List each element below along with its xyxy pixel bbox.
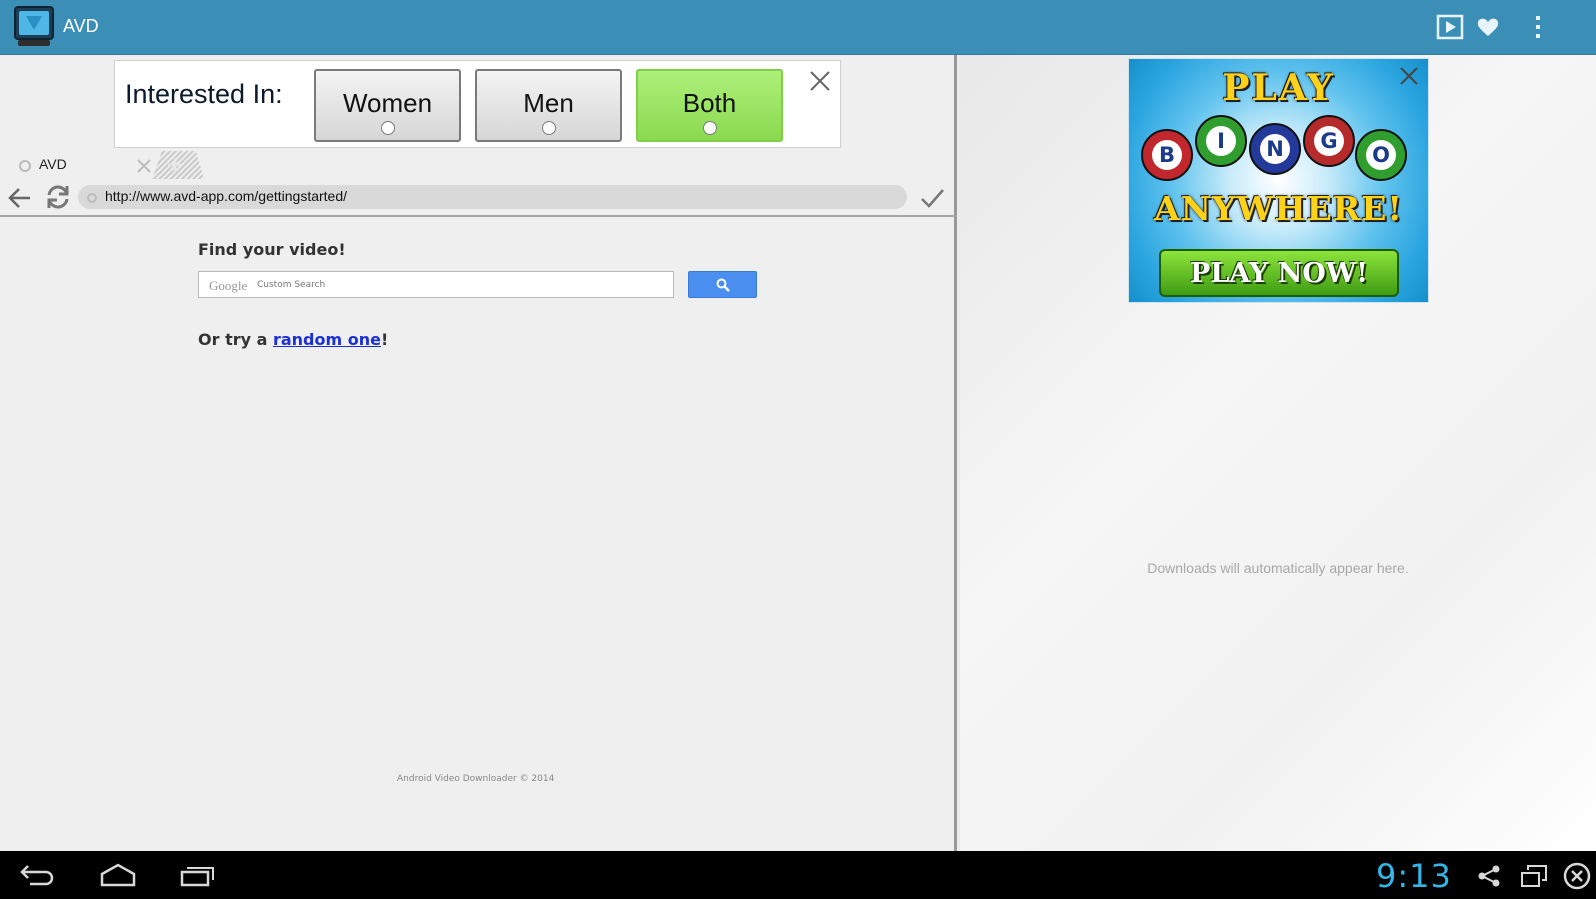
- random-one-link[interactable]: random one: [273, 330, 381, 349]
- browser-tab[interactable]: AVD: [12, 154, 157, 180]
- bingo-tagline: ANYWHERE!: [1154, 189, 1403, 228]
- interest-ad-banner[interactable]: Interested In: Women Men Both: [114, 60, 841, 148]
- url-text: http://www.avd-app.com/gettingstarted/: [105, 188, 348, 204]
- home-nav-icon[interactable]: [96, 859, 140, 891]
- find-video-heading: Find your video!: [198, 240, 346, 259]
- share-icon[interactable]: [1475, 862, 1503, 890]
- try-random-line: Or try a random one!: [198, 330, 388, 349]
- heart-icon[interactable]: [1474, 13, 1502, 41]
- play-video-icon[interactable]: [1436, 13, 1464, 41]
- action-bar: AVD: [0, 0, 1596, 55]
- bingo-ball-i: I: [1195, 115, 1247, 167]
- men-option-label: Men: [523, 88, 574, 118]
- try-prefix: Or try a: [198, 330, 273, 349]
- both-radio[interactable]: [702, 121, 717, 135]
- overflow-menu-icon[interactable]: [1524, 13, 1552, 41]
- both-option-label: Both: [682, 88, 737, 118]
- downloads-empty-message: Downloads will automatically appear here…: [1147, 560, 1409, 576]
- bingo-ball-n: N: [1249, 123, 1301, 175]
- back-arrow-icon[interactable]: [6, 184, 34, 212]
- screen-mode-icon[interactable]: [1520, 862, 1548, 890]
- system-clock: 9:13: [1376, 857, 1452, 895]
- url-input[interactable]: http://www.avd-app.com/gettingstarted/: [78, 185, 907, 209]
- ball-letter: G: [1314, 126, 1344, 156]
- system-nav-bar: 9:13: [0, 851, 1596, 899]
- men-option-button[interactable]: Men: [475, 69, 622, 142]
- favicon-icon: [18, 159, 32, 173]
- url-favicon-icon: [86, 191, 98, 203]
- bingo-ball-o: O: [1355, 129, 1407, 181]
- ball-letter: O: [1366, 140, 1396, 170]
- search-input[interactable]: Google Custom Search: [198, 271, 674, 298]
- ball-letter: B: [1152, 140, 1182, 170]
- reload-icon[interactable]: [44, 183, 72, 211]
- ad-close-icon[interactable]: [1398, 65, 1420, 87]
- app-tv-icon: [14, 6, 54, 48]
- screen: AVD Interested In: Women Men Both AVD ht…: [0, 0, 1596, 899]
- address-bar-row: http://www.avd-app.com/gettingstarted/: [0, 179, 957, 217]
- tab-title: AVD: [39, 156, 67, 172]
- interest-label: Interested In:: [125, 79, 283, 109]
- women-option-label: Women: [342, 88, 433, 118]
- search-placeholder: Custom Search: [257, 280, 326, 290]
- ball-letter: I: [1206, 126, 1236, 156]
- new-tab-button[interactable]: [152, 151, 207, 179]
- bingo-ball-g: G: [1303, 115, 1355, 167]
- web-page-content: Find your video! Google Custom Search Or…: [0, 219, 957, 851]
- browser-pane: Interested In: Women Men Both AVD http:/…: [0, 55, 957, 851]
- close-app-icon[interactable]: [1563, 862, 1591, 890]
- tab-close-icon[interactable]: [135, 157, 153, 175]
- search-button[interactable]: [688, 271, 757, 298]
- search-brand: Google: [209, 278, 248, 293]
- both-option-button[interactable]: Both: [636, 69, 783, 142]
- bingo-ball-b: B: [1141, 129, 1193, 181]
- app-title: AVD: [63, 16, 99, 36]
- bingo-ad-banner[interactable]: PLAY B I N G O ANYWHERE! PLAY NOW!: [1128, 58, 1429, 303]
- women-option-button[interactable]: Women: [314, 69, 461, 142]
- footer-copyright: Android Video Downloader © 2014: [397, 774, 555, 784]
- play-now-button[interactable]: PLAY NOW!: [1159, 249, 1399, 297]
- recent-apps-icon[interactable]: [176, 859, 220, 891]
- back-nav-icon[interactable]: [16, 859, 60, 891]
- search-icon: [716, 278, 730, 292]
- close-icon[interactable]: [808, 69, 832, 93]
- checkmark-go-icon[interactable]: [918, 184, 946, 212]
- men-radio[interactable]: [541, 121, 556, 135]
- bingo-headline: PLAY: [1222, 67, 1335, 109]
- downloads-pane: PLAY B I N G O ANYWHERE! PLAY NOW! Downl…: [960, 55, 1596, 851]
- women-radio[interactable]: [380, 121, 395, 135]
- ball-letter: N: [1260, 134, 1290, 164]
- try-suffix: !: [380, 330, 389, 349]
